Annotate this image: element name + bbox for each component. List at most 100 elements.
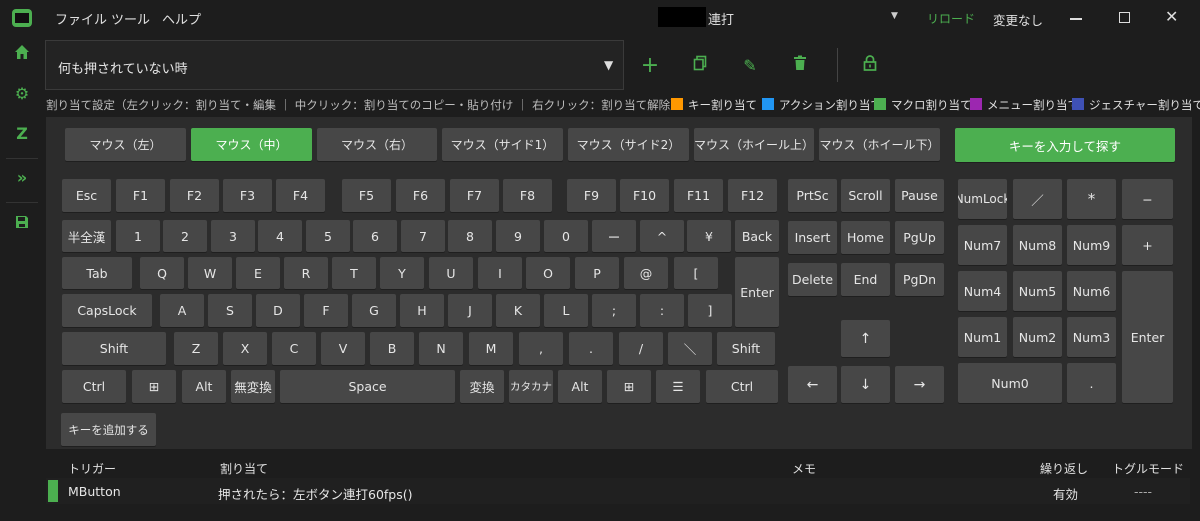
key-right-windows-icon[interactable]: ⊞ <box>607 370 651 403</box>
delete-trash-icon[interactable] <box>789 55 811 77</box>
key-3[interactable]: 3 <box>211 220 255 252</box>
edit-pencil-icon[interactable]: ✎ <box>739 55 761 77</box>
key-j[interactable]: J <box>448 294 492 327</box>
trigger-condition-dropdown[interactable]: 何も押されていない時 ▼ <box>45 40 624 90</box>
key-home[interactable]: Home <box>841 221 890 254</box>
mouse-side2-button[interactable]: マウス（サイド2） <box>568 128 689 161</box>
key-2[interactable]: 2 <box>163 220 207 252</box>
column-header-memo[interactable]: メモ <box>792 460 816 477</box>
key-f5[interactable]: F5 <box>342 179 391 212</box>
key-space[interactable]: Space <box>280 370 455 403</box>
key-hankaku-zenkaku[interactable]: 半全漢 <box>62 220 111 252</box>
mouse-middle-button[interactable]: マウス（中） <box>191 128 312 161</box>
column-header-toggle-mode[interactable]: トグルモード <box>1112 460 1184 477</box>
key-f1[interactable]: F1 <box>116 179 165 212</box>
key-i[interactable]: I <box>478 257 522 289</box>
key-esc[interactable]: Esc <box>62 179 111 212</box>
key-end[interactable]: End <box>841 263 890 296</box>
key-muhenkan[interactable]: 無変換 <box>231 370 275 403</box>
menu-file[interactable]: ファイル <box>55 9 107 28</box>
key-num8[interactable]: Num8 <box>1013 225 1062 265</box>
key-w[interactable]: W <box>188 257 232 289</box>
key-b[interactable]: B <box>370 332 414 365</box>
key-period[interactable]: . <box>569 332 613 365</box>
reload-button[interactable]: リロード <box>927 10 975 27</box>
key-num3[interactable]: Num3 <box>1067 317 1116 357</box>
key-8[interactable]: 8 <box>448 220 492 252</box>
key-numlock[interactable]: NumLock <box>958 179 1007 219</box>
key-f[interactable]: F <box>304 294 348 327</box>
key-capslock[interactable]: CapsLock <box>62 294 152 327</box>
key-num5[interactable]: Num5 <box>1013 271 1062 311</box>
key-num9[interactable]: Num9 <box>1067 225 1116 265</box>
minimize-icon[interactable] <box>1070 18 1082 20</box>
key-num2[interactable]: Num2 <box>1013 317 1062 357</box>
mouse-wheel-up-button[interactable]: マウス（ホイール上） <box>694 128 814 161</box>
key-f10[interactable]: F10 <box>620 179 669 212</box>
key-right-ctrl[interactable]: Ctrl <box>706 370 778 403</box>
key-arrow-down[interactable]: ↓ <box>841 366 890 403</box>
key-s[interactable]: S <box>208 294 252 327</box>
key-right-bracket[interactable]: ] <box>688 294 732 327</box>
key-katakana[interactable]: カタカナ <box>509 370 553 403</box>
key-f9[interactable]: F9 <box>567 179 616 212</box>
key-9[interactable]: 9 <box>496 220 540 252</box>
key-insert[interactable]: Insert <box>788 221 837 254</box>
key-num-enter[interactable]: Enter <box>1122 271 1173 403</box>
key-semicolon[interactable]: ; <box>592 294 636 327</box>
add-key-button[interactable]: キーを追加する <box>61 413 156 446</box>
key-f7[interactable]: F7 <box>450 179 499 212</box>
key-m[interactable]: M <box>469 332 513 365</box>
key-delete[interactable]: Delete <box>788 263 837 296</box>
key-7[interactable]: 7 <box>401 220 445 252</box>
key-comma[interactable]: , <box>519 332 563 365</box>
column-header-repeat[interactable]: 繰り返し <box>1040 460 1088 477</box>
key-left-ctrl[interactable]: Ctrl <box>62 370 126 403</box>
key-num-multiply[interactable]: * <box>1067 179 1116 219</box>
key-x[interactable]: X <box>223 332 267 365</box>
key-y[interactable]: Y <box>380 257 424 289</box>
key-k[interactable]: K <box>496 294 540 327</box>
key-pagedown[interactable]: PgDn <box>895 263 944 296</box>
menu-help[interactable]: ヘルプ <box>162 9 201 28</box>
key-arrow-left[interactable]: ← <box>788 366 837 403</box>
key-num1[interactable]: Num1 <box>958 317 1007 357</box>
key-colon[interactable]: : <box>640 294 684 327</box>
key-printscreen[interactable]: PrtSc <box>788 179 837 212</box>
mouse-left-button[interactable]: マウス（左） <box>65 128 186 161</box>
add-icon[interactable]: + <box>639 55 661 77</box>
key-l[interactable]: L <box>544 294 588 327</box>
key-henkan[interactable]: 変換 <box>460 370 504 403</box>
key-p[interactable]: P <box>575 257 619 289</box>
key-left-windows-icon[interactable]: ⊞ <box>132 370 176 403</box>
key-num6[interactable]: Num6 <box>1067 271 1116 311</box>
key-e[interactable]: E <box>236 257 280 289</box>
key-h[interactable]: H <box>400 294 444 327</box>
key-tab[interactable]: Tab <box>62 257 132 289</box>
key-scrolllock[interactable]: Scroll <box>841 179 890 212</box>
key-4[interactable]: 4 <box>258 220 302 252</box>
gear-icon[interactable]: ⚙ <box>12 84 32 104</box>
key-a[interactable]: A <box>160 294 204 327</box>
close-icon[interactable]: ✕ <box>1165 7 1178 26</box>
key-backspace[interactable]: Back <box>735 220 779 252</box>
key-yen[interactable]: ¥ <box>687 220 731 252</box>
key-num-divide[interactable]: ／ <box>1013 179 1062 219</box>
key-v[interactable]: V <box>321 332 365 365</box>
key-f12[interactable]: F12 <box>728 179 777 212</box>
key-enter[interactable]: Enter <box>735 257 779 327</box>
key-f4[interactable]: F4 <box>276 179 325 212</box>
key-z[interactable]: Z <box>174 332 218 365</box>
key-num0[interactable]: Num0 <box>958 363 1062 403</box>
key-r[interactable]: R <box>284 257 328 289</box>
mouse-side1-button[interactable]: マウス（サイド1） <box>442 128 563 161</box>
key-d[interactable]: D <box>256 294 300 327</box>
search-key-button[interactable]: キーを入力して探す <box>955 128 1175 162</box>
key-left-alt[interactable]: Alt <box>182 370 226 403</box>
key-left-bracket[interactable]: [ <box>674 257 718 289</box>
save-icon[interactable] <box>12 214 32 234</box>
key-num-decimal[interactable]: . <box>1067 363 1116 403</box>
menu-tools[interactable]: ツール <box>111 9 150 28</box>
key-num4[interactable]: Num4 <box>958 271 1007 311</box>
key-1[interactable]: 1 <box>116 220 160 252</box>
